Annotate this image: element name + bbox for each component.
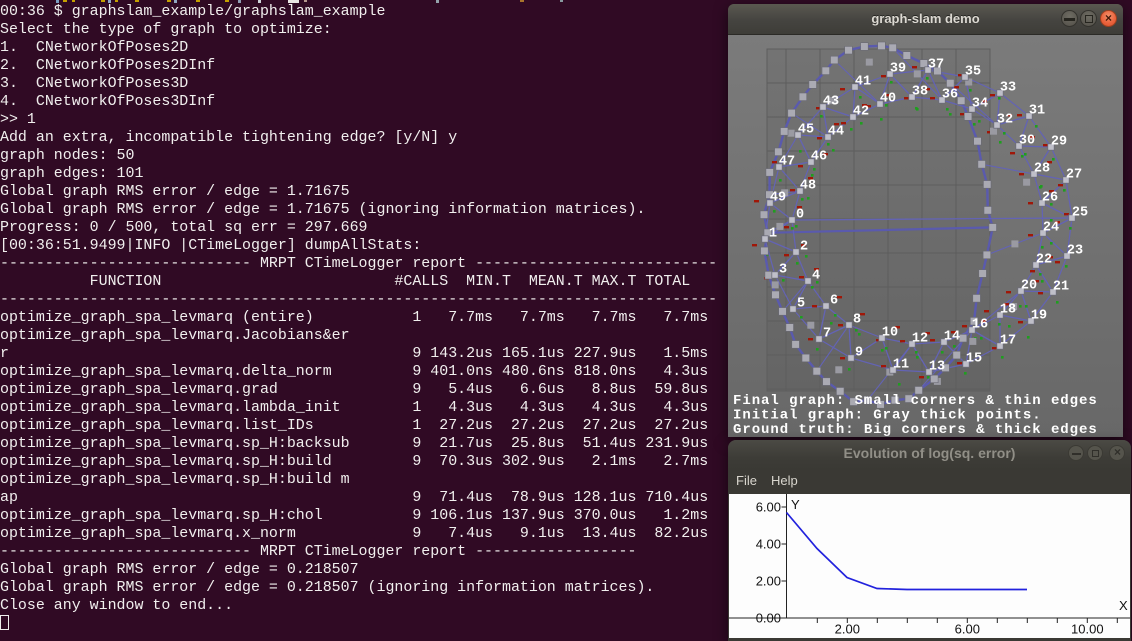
svg-text:23: 23 — [1067, 244, 1083, 259]
svg-text:10: 10 — [882, 326, 898, 341]
svg-text:13: 13 — [929, 360, 945, 375]
svg-text:Ground truth: Big corners & th: Ground truth: Big corners & thick edges — [733, 422, 1098, 437]
svg-text:20: 20 — [1021, 279, 1037, 294]
svg-text:9: 9 — [855, 346, 863, 361]
svg-text:46: 46 — [811, 150, 827, 165]
svg-text:19: 19 — [1031, 309, 1047, 324]
svg-text:12: 12 — [912, 332, 928, 347]
svg-text:28: 28 — [1034, 162, 1050, 177]
svg-text:5: 5 — [797, 297, 805, 312]
svg-text:2: 2 — [800, 240, 808, 255]
svg-text:45: 45 — [798, 123, 814, 138]
svg-text:27: 27 — [1066, 168, 1082, 183]
svg-text:48: 48 — [800, 179, 816, 194]
svg-text:38: 38 — [912, 85, 928, 100]
svg-text:35: 35 — [965, 65, 981, 80]
svg-text:39: 39 — [890, 62, 906, 77]
svg-text:6.00: 6.00 — [955, 621, 980, 636]
svg-text:6.00: 6.00 — [756, 499, 781, 514]
svg-text:0.00: 0.00 — [756, 610, 781, 625]
svg-text:22: 22 — [1036, 253, 1052, 268]
svg-text:26: 26 — [1042, 191, 1058, 206]
svg-text:15: 15 — [966, 352, 982, 367]
svg-text:32: 32 — [997, 113, 1013, 128]
svg-text:11: 11 — [893, 358, 909, 373]
svg-text:17: 17 — [1000, 334, 1016, 349]
svg-text:8: 8 — [853, 313, 861, 328]
svg-text:30: 30 — [1019, 134, 1035, 149]
svg-text:Y: Y — [791, 497, 800, 512]
svg-text:40: 40 — [880, 92, 896, 107]
svg-text:37: 37 — [928, 58, 944, 73]
svg-text:6: 6 — [830, 294, 838, 309]
svg-text:3: 3 — [779, 263, 787, 278]
svg-text:29: 29 — [1051, 135, 1067, 150]
svg-text:49: 49 — [770, 191, 786, 206]
svg-text:18: 18 — [1000, 303, 1016, 318]
svg-text:0: 0 — [796, 208, 804, 223]
svg-text:2.00: 2.00 — [835, 621, 860, 636]
svg-text:16: 16 — [972, 318, 988, 333]
svg-text:34: 34 — [972, 97, 988, 112]
svg-text:10.00: 10.00 — [1071, 621, 1104, 636]
svg-text:7: 7 — [823, 327, 831, 342]
svg-text:42: 42 — [853, 105, 869, 120]
svg-text:43: 43 — [823, 95, 839, 110]
svg-text:41: 41 — [855, 75, 871, 90]
svg-text:2.00: 2.00 — [756, 573, 781, 588]
svg-text:1: 1 — [769, 227, 777, 242]
svg-text:31: 31 — [1029, 104, 1045, 119]
svg-text:33: 33 — [1000, 81, 1016, 96]
svg-text:X: X — [1119, 598, 1128, 613]
svg-text:44: 44 — [828, 125, 844, 140]
svg-text:24: 24 — [1043, 221, 1059, 236]
svg-text:21: 21 — [1053, 280, 1069, 295]
svg-text:4.00: 4.00 — [756, 536, 781, 551]
svg-text:36: 36 — [942, 88, 958, 103]
svg-text:4: 4 — [812, 269, 820, 284]
svg-text:14: 14 — [944, 330, 960, 345]
svg-text:47: 47 — [779, 155, 795, 170]
svg-text:25: 25 — [1072, 206, 1088, 221]
